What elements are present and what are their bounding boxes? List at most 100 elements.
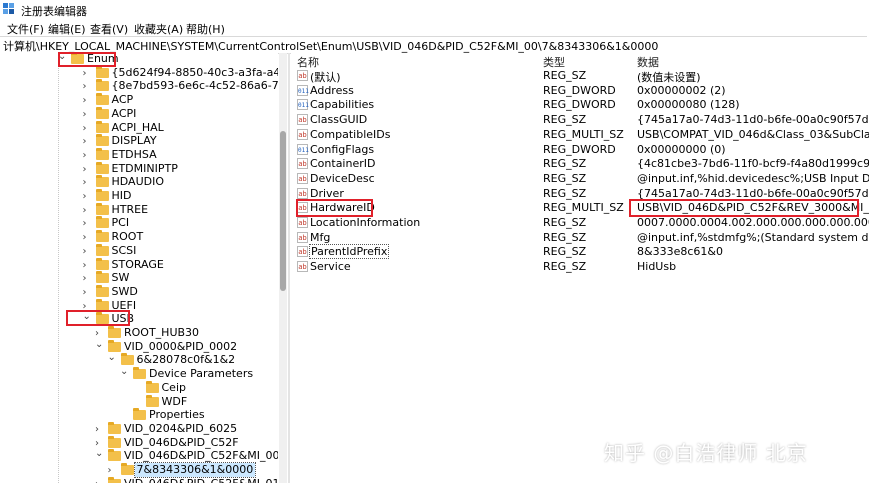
tree-node-label: VID_046D&PID_C52F [124, 435, 239, 449]
expand-arrow-icon[interactable]: › [83, 94, 93, 107]
value-type: REG_SZ [543, 69, 587, 82]
pane-splitter[interactable] [288, 53, 290, 483]
expand-arrow-icon[interactable]: › [83, 80, 93, 93]
tree-node-label: VID_046D&PID_C52F&MI_01 [124, 477, 278, 483]
highlight-hardwareid-data [629, 199, 859, 217]
expand-arrow-icon[interactable]: › [83, 245, 93, 258]
folder-icon [95, 216, 109, 229]
values-pane: 名称 类型 数据 ab (默认) REG_SZ (数值未设置) 011 Address RE… [291, 53, 869, 483]
column-header-data[interactable]: 数据 [637, 54, 659, 70]
menu-help[interactable]: 帮助(H) [186, 21, 225, 37]
expand-arrow-icon[interactable]: › [83, 149, 93, 162]
folder-icon [120, 463, 134, 475]
value-name: ContainerID [310, 157, 376, 171]
tree-node-label: Ceip [161, 380, 187, 394]
value-data: @input.inf,%hid.devicedesc%;USB Input De… [637, 171, 869, 185]
value-row[interactable]: ab ContainerID REG_SZ {4c81cbe3-7bd6-11f0-b… [291, 157, 869, 171]
value-row[interactable]: 011 ConfigFlags REG_DWORD 0x00000000 (0) [291, 143, 869, 157]
address-bar[interactable]: 计算机\HKEY_LOCAL_MACHINE\SYSTEM\CurrentCon… [0, 36, 867, 54]
folder-icon [95, 161, 109, 174]
expand-arrow-icon[interactable]: › [83, 259, 93, 272]
value-row[interactable]: ab DeviceDesc REG_SZ @input.inf,%hid.device… [291, 172, 869, 186]
menu-view[interactable]: 查看(V) [90, 21, 128, 37]
value-row[interactable]: ab (默认) REG_SZ (数值未设置) [291, 69, 869, 84]
string-value-icon: ab [297, 261, 308, 273]
tree-node-label: ACPI [111, 106, 137, 120]
value-data: HidUsb [637, 260, 677, 274]
value-data: 0007.0000.0004.002.000.000.000.000.000 [637, 216, 869, 229]
tree-node-label: DISPLAY [111, 134, 157, 148]
value-row[interactable]: ab ParentIdPrefix REG_SZ 8&333e8c61&0 [291, 244, 869, 260]
expand-arrow-icon[interactable]: › [108, 464, 118, 477]
window-title: 注册表编辑器 [21, 5, 87, 18]
tree-node-label: 6&28078c0f&1&2 [136, 353, 236, 367]
expand-arrow-icon[interactable]: › [95, 423, 105, 436]
string-value-icon: ab [297, 128, 308, 140]
value-row[interactable]: ab CompatibleIDs REG_MULTI_SZ USB\COMPAT_VI… [291, 128, 869, 142]
string-value-icon: ab [297, 158, 308, 170]
expand-arrow-icon[interactable]: › [83, 231, 93, 244]
collapse-arrow-icon[interactable]: ⌄ [120, 365, 130, 378]
value-row[interactable]: 011 Address REG_DWORD 0x00000002 (2) [291, 84, 869, 98]
column-header-type[interactable]: 类型 [543, 54, 565, 70]
value-row[interactable]: ab Service REG_SZ HidUsb [291, 260, 869, 274]
expand-arrow-icon[interactable]: › [83, 135, 93, 148]
value-name: CompatibleIDs [310, 127, 391, 141]
expand-arrow-icon[interactable]: › [83, 67, 93, 80]
tree-node-label: {5d624f94-8850-40c3-a3fa-a4fd2080ba [111, 65, 279, 79]
expand-arrow-icon[interactable]: › [83, 217, 93, 230]
expand-arrow-icon[interactable]: › [83, 286, 93, 299]
tree-node-label: HTREE [111, 202, 149, 216]
expand-arrow-icon[interactable]: › [83, 204, 93, 217]
folder-icon [95, 120, 109, 133]
value-row[interactable]: 011 Capabilities REG_DWORD 0x00000080 (128) [291, 98, 869, 112]
folder-icon [120, 353, 134, 366]
menu-edit[interactable]: 编辑(E) [48, 21, 86, 37]
collapse-arrow-icon[interactable]: ⌄ [95, 447, 105, 460]
value-type: REG_DWORD [543, 83, 616, 97]
tree-node-label: HID [111, 189, 132, 202]
expand-arrow-icon[interactable]: › [83, 176, 93, 189]
tree-node-label: PCI [111, 216, 130, 230]
tree-node-label: ETDMINIPTP [111, 161, 178, 175]
tree-node-label: STORAGE [111, 257, 164, 271]
tree-node-label: ACPI_HAL [111, 120, 164, 134]
expand-arrow-icon[interactable]: › [83, 190, 93, 203]
value-row[interactable]: ab Mfg REG_SZ @input.inf,%stdmfg%;(Standard… [291, 231, 869, 245]
binary-value-icon: 011 [297, 143, 309, 155]
value-type: REG_SZ [543, 216, 587, 229]
expand-arrow-icon[interactable]: › [83, 163, 93, 176]
folder-icon [95, 284, 109, 297]
tree-node-label: SWD [111, 284, 138, 298]
value-name: LocationInformation [310, 216, 421, 229]
value-type: REG_SZ [543, 245, 587, 259]
value-row[interactable]: ab LocationInformation REG_SZ 0007.0000.000… [291, 216, 869, 230]
value-type: REG_DWORD [543, 142, 616, 156]
string-value-icon: ab [297, 187, 308, 199]
tree-node-label: VID_0204&PID_6025 [124, 421, 238, 435]
expand-arrow-icon[interactable]: › [95, 478, 105, 483]
string-value-icon: ab [297, 172, 308, 184]
expand-arrow-icon[interactable]: › [83, 108, 93, 121]
folder-icon [95, 202, 109, 215]
menu-favorites[interactable]: 收藏夹(A) [134, 21, 183, 37]
tree-node-label: HDAUDIO [111, 175, 165, 189]
scrollbar-thumb[interactable] [280, 131, 286, 291]
folder-icon [95, 65, 109, 78]
folder-icon [95, 147, 109, 160]
collapse-arrow-icon[interactable]: ⌄ [95, 338, 105, 351]
collapse-arrow-icon[interactable]: ⌄ [108, 351, 118, 364]
binary-value-icon: 011 [297, 84, 309, 96]
value-name: Capabilities [310, 98, 375, 112]
folder-icon [133, 367, 146, 380]
tree-scrollbar[interactable] [279, 53, 287, 483]
menu-file[interactable]: 文件(F) [7, 21, 44, 37]
folder-icon [108, 421, 121, 434]
tree-pane: ⌄Enum›{5d624f94-8850-40c3-a3fa-a4fd2080b… [0, 53, 278, 483]
value-name: DeviceDesc [310, 171, 375, 185]
column-header-name[interactable]: 名称 [297, 54, 319, 70]
value-row[interactable]: ab ClassGUID REG_SZ {745a17a0-74d3-11d0-b6f… [291, 113, 869, 127]
expand-arrow-icon[interactable]: › [83, 272, 93, 285]
expand-arrow-icon[interactable]: › [83, 122, 93, 135]
folder-icon [95, 257, 109, 270]
